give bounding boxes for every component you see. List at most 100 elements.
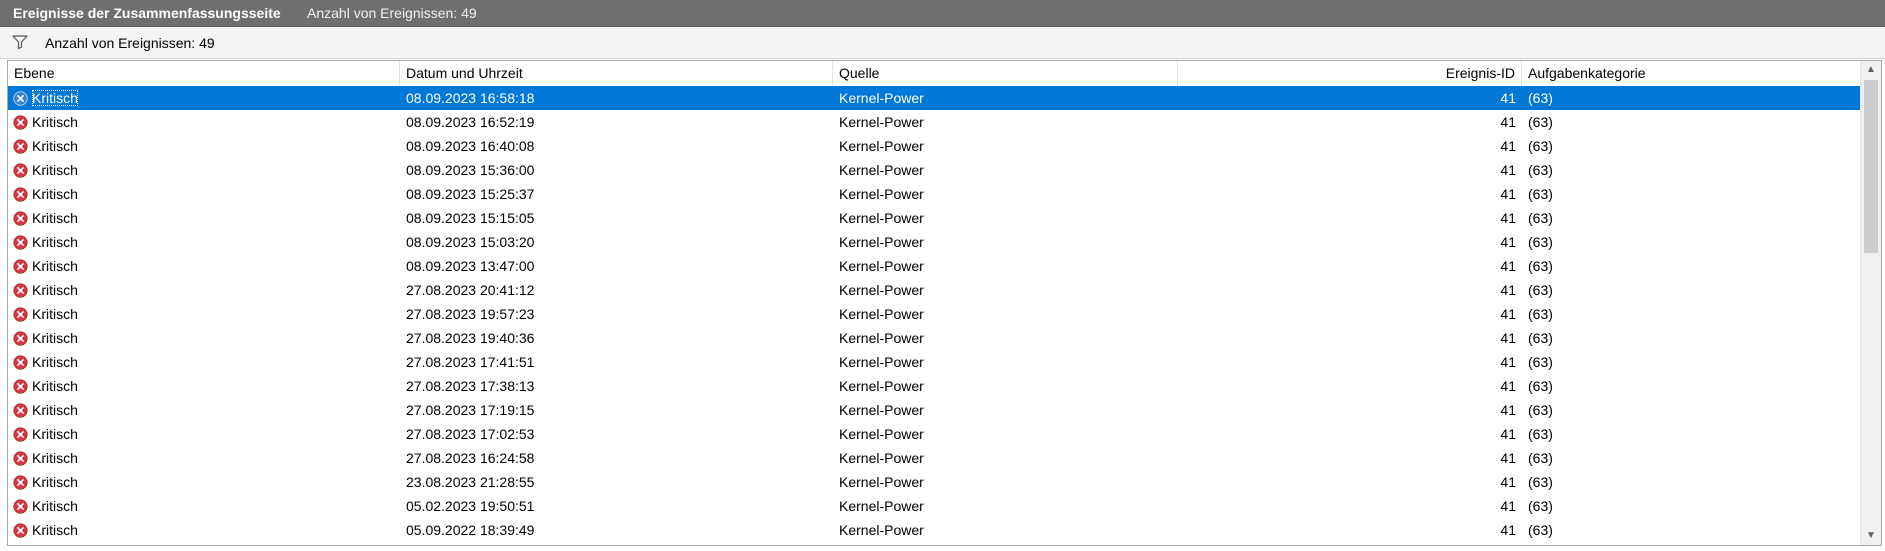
level-cell: Kritisch	[10, 302, 400, 326]
critical-error-icon	[13, 259, 28, 274]
datetime-cell: 08.09.2023 16:52:19	[406, 114, 535, 130]
event-id-cell: 41	[1500, 138, 1516, 154]
datetime-cell: 08.09.2023 15:36:00	[406, 162, 535, 178]
level-text: Kritisch	[32, 234, 78, 250]
table-row[interactable]: Kritisch 27.08.2023 17:19:15 Kernel-Power 4…	[8, 398, 1861, 422]
category-cell: (63)	[1528, 138, 1553, 154]
source-cell: Kernel-Power	[839, 114, 924, 130]
level-cell: Kritisch	[10, 326, 400, 350]
level-text: Kritisch	[32, 402, 78, 418]
critical-error-icon	[13, 163, 28, 178]
category-cell: (63)	[1528, 378, 1553, 394]
datetime-cell: 05.09.2022 18:39:49	[406, 522, 535, 538]
event-id-cell: 41	[1500, 306, 1516, 322]
source-cell: Kernel-Power	[839, 306, 924, 322]
level-cell: Kritisch	[10, 398, 400, 422]
column-header-category[interactable]: Aufgabenkategorie	[1522, 61, 1861, 86]
scroll-down-icon[interactable]: ▼	[1861, 527, 1881, 545]
table-row[interactable]: Kritisch 27.08.2023 19:57:23 Kernel-Power 4…	[8, 302, 1861, 326]
table-row[interactable]: Kritisch 27.08.2023 16:24:58 Kernel-Power 4…	[8, 446, 1861, 470]
table-row[interactable]: Kritisch 08.09.2023 15:36:00 Kernel-Power 4…	[8, 158, 1861, 182]
critical-error-icon	[13, 283, 28, 298]
level-text: Kritisch	[32, 450, 78, 466]
source-cell: Kernel-Power	[839, 474, 924, 490]
table-row[interactable]: Kritisch 27.08.2023 17:38:13 Kernel-Power 4…	[8, 374, 1861, 398]
event-id-cell: 41	[1500, 258, 1516, 274]
table-row[interactable]: Kritisch 05.02.2023 19:50:51 Kernel-Power 4…	[8, 494, 1861, 518]
source-cell: Kernel-Power	[839, 450, 924, 466]
column-header-source[interactable]: Quelle	[833, 61, 1178, 86]
column-header-event-id[interactable]: Ereignis-ID	[1178, 61, 1522, 86]
event-id-cell: 41	[1500, 210, 1516, 226]
level-cell: Kritisch	[10, 230, 400, 254]
level-text: Kritisch	[32, 90, 78, 106]
level-cell: Kritisch	[10, 350, 400, 374]
level-text: Kritisch	[32, 162, 78, 178]
event-id-cell: 41	[1500, 426, 1516, 442]
datetime-cell: 08.09.2023 15:15:05	[406, 210, 535, 226]
table-row[interactable]: Kritisch 08.09.2023 15:15:05 Kernel-Power 4…	[8, 206, 1861, 230]
level-text: Kritisch	[32, 186, 78, 202]
table-row[interactable]: Kritisch 27.08.2023 19:40:36 Kernel-Power 4…	[8, 326, 1861, 350]
table-row[interactable]: Kritisch 08.09.2023 16:58:18 Kernel-Power 4…	[8, 86, 1861, 110]
critical-error-icon	[13, 427, 28, 442]
table-row[interactable]: Kritisch 08.09.2023 16:52:19 Kernel-Power 4…	[8, 110, 1861, 134]
column-header-level[interactable]: Ebene	[8, 61, 400, 86]
table-row[interactable]: Kritisch 08.09.2023 16:40:08 Kernel-Power 4…	[8, 134, 1861, 158]
event-id-cell: 41	[1500, 282, 1516, 298]
scroll-up-icon[interactable]: ▲	[1861, 61, 1881, 79]
vertical-scrollbar[interactable]: ▲ ▼	[1860, 61, 1881, 545]
table-row[interactable]: Kritisch 27.08.2023 17:41:51 Kernel-Power 4…	[8, 350, 1861, 374]
source-cell: Kernel-Power	[839, 522, 924, 538]
category-cell: (63)	[1528, 522, 1553, 538]
category-cell: (63)	[1528, 450, 1553, 466]
event-id-cell: 41	[1500, 234, 1516, 250]
event-id-cell: 41	[1500, 90, 1516, 106]
datetime-cell: 27.08.2023 19:40:36	[406, 330, 535, 346]
level-text: Kritisch	[32, 306, 78, 322]
level-cell: Kritisch	[10, 158, 400, 182]
scrollbar-thumb[interactable]	[1864, 80, 1878, 253]
level-cell: Kritisch	[10, 86, 400, 110]
source-cell: Kernel-Power	[839, 138, 924, 154]
category-cell: (63)	[1528, 258, 1553, 274]
critical-error-icon	[13, 475, 28, 490]
datetime-cell: 27.08.2023 17:38:13	[406, 378, 535, 394]
table-row[interactable]: Kritisch 08.09.2023 15:03:20 Kernel-Power 4…	[8, 230, 1861, 254]
category-cell: (63)	[1528, 474, 1553, 490]
table-row[interactable]: Kritisch 05.09.2022 18:39:49 Kernel-Power 4…	[8, 518, 1861, 542]
level-text: Kritisch	[32, 330, 78, 346]
critical-error-icon	[13, 115, 28, 130]
table-row[interactable]: Kritisch 23.08.2023 21:28:55 Kernel-Power 4…	[8, 470, 1861, 494]
source-cell: Kernel-Power	[839, 162, 924, 178]
filter-icon[interactable]	[12, 35, 28, 49]
datetime-cell: 27.08.2023 19:57:23	[406, 306, 535, 322]
source-cell: Kernel-Power	[839, 282, 924, 298]
critical-error-icon	[13, 355, 28, 370]
table-row[interactable]: Kritisch 08.09.2023 13:47:00 Kernel-Power 4…	[8, 254, 1861, 278]
datetime-cell: 27.08.2023 16:24:58	[406, 450, 535, 466]
level-text: Kritisch	[32, 426, 78, 442]
table-row[interactable]: Kritisch 27.08.2023 20:41:12 Kernel-Power 4…	[8, 278, 1861, 302]
level-text: Kritisch	[32, 474, 78, 490]
table-header: Ebene Datum und Uhrzeit Quelle Ereignis-…	[8, 61, 1861, 87]
level-text: Kritisch	[32, 258, 78, 274]
table-row[interactable]: Kritisch 27.08.2023 17:02:53 Kernel-Power 4…	[8, 422, 1861, 446]
critical-error-icon	[13, 211, 28, 226]
level-cell: Kritisch	[10, 206, 400, 230]
datetime-cell: 23.08.2023 21:28:55	[406, 474, 535, 490]
category-cell: (63)	[1528, 234, 1553, 250]
datetime-cell: 05.02.2023 19:50:51	[406, 498, 535, 514]
datetime-cell: 08.09.2023 16:40:08	[406, 138, 535, 154]
level-text: Kritisch	[32, 138, 78, 154]
event-id-cell: 41	[1500, 402, 1516, 418]
category-cell: (63)	[1528, 354, 1553, 370]
category-cell: (63)	[1528, 114, 1553, 130]
column-header-datetime[interactable]: Datum und Uhrzeit	[400, 61, 833, 86]
table-row[interactable]: Kritisch 08.09.2023 15:25:37 Kernel-Power 4…	[8, 182, 1861, 206]
event-id-cell: 41	[1500, 114, 1516, 130]
panel-title: Ereignisse der Zusammenfassungsseite	[13, 5, 281, 21]
source-cell: Kernel-Power	[839, 498, 924, 514]
level-cell: Kritisch	[10, 254, 400, 278]
table-body: Kritisch 08.09.2023 16:58:18 Kernel-Power 4…	[8, 86, 1861, 542]
